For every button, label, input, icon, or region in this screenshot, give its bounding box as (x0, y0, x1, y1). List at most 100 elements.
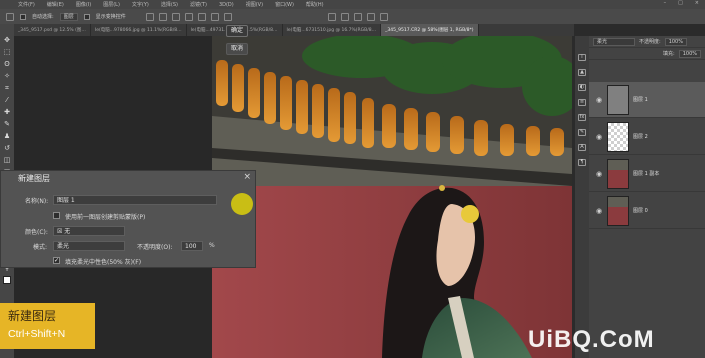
styles-icon[interactable]: fx (578, 114, 586, 121)
3d-slide-icon[interactable] (366, 12, 375, 21)
layers-lock-row: 填充: 100% (589, 48, 705, 60)
visibility-eye-icon[interactable]: ◉ (595, 207, 603, 215)
crop-tool-icon[interactable]: ⌗ (2, 84, 12, 92)
marquee-tool-icon[interactable]: ⬚ (2, 48, 12, 56)
layer-name: 图层 1 副本 (633, 171, 660, 177)
menu-item-3d[interactable]: 3D(D) (219, 2, 234, 8)
visibility-eye-icon[interactable]: ◉ (595, 133, 603, 141)
menu-item-edit[interactable]: 编辑(E) (47, 1, 64, 8)
align-left-icon[interactable] (184, 12, 193, 21)
auto-select-checkbox[interactable] (20, 13, 26, 20)
panel-icon-strip: i ▲ ◐ ≡ fx ✎ A ¶ (575, 36, 589, 358)
maximize-icon[interactable]: □ (678, 0, 683, 6)
close-icon[interactable]: × (243, 172, 251, 182)
shortcut-banner: 新建图层 Ctrl+Shift+N (0, 303, 95, 349)
opacity-input[interactable]: 100 (181, 241, 203, 251)
lasso-tool-icon[interactable]: ʘ (2, 60, 12, 68)
distribute-icon[interactable] (223, 12, 232, 21)
layer-name-input[interactable]: 图层 1 (53, 195, 217, 205)
move-tool-icon[interactable]: ✥ (2, 36, 12, 44)
transform-controls-label: 显示变换控件 (95, 14, 126, 20)
brush-panel-icon[interactable]: ✎ (578, 129, 586, 136)
adjustments-icon[interactable]: ◐ (578, 84, 586, 91)
align-right-icon[interactable] (210, 12, 219, 21)
neutral-fill-label: 填充柔光中性色(50% 灰)(F) (65, 259, 142, 266)
move-tool-icon[interactable] (6, 12, 14, 21)
magic-wand-icon[interactable]: ✧ (2, 72, 12, 80)
paragraph-panel-icon[interactable]: ¶ (578, 159, 586, 166)
auto-select-label: 自动选择: (32, 14, 54, 20)
opacity-label: 不透明度(O): (137, 244, 173, 251)
mode-label: 模式: (33, 244, 48, 251)
close-window-icon[interactable]: × (695, 0, 699, 6)
document-tabs: _345_9517.psd @ 12.5% (图… Ie(电脑...978066… (14, 24, 574, 36)
layer-row[interactable]: ◉ 图层 2 (589, 119, 705, 155)
align-middle-icon[interactable] (158, 12, 167, 21)
fill-label: 填充: (663, 51, 675, 57)
visibility-eye-icon[interactable]: ◉ (595, 170, 603, 178)
info-panel-icon[interactable]: i (578, 54, 586, 61)
healing-brush-icon[interactable]: ✚ (2, 108, 12, 116)
menu-item-help[interactable]: 帮助(H) (306, 1, 324, 8)
history-brush-icon[interactable]: ↺ (2, 144, 12, 152)
tab-document-active[interactable]: _345_9517.CR2 @ 58%(图层 1, RGB/8*) (381, 24, 479, 36)
align-center-icon[interactable] (197, 12, 206, 21)
layer-row[interactable]: ◉ 图层 1 副本 (589, 156, 705, 192)
tab-document-2[interactable]: Ie(电脑...978066.jpg @ 11.1%(RGB/8… (91, 24, 187, 36)
clipping-mask-label: 使用前一图层创建剪贴蒙版(P) (65, 214, 146, 221)
align-top-icon[interactable] (145, 12, 154, 21)
layer-row[interactable]: ◉ 图层 0 (589, 193, 705, 229)
auto-select-target-select[interactable]: 图层 (59, 12, 78, 21)
layer-thumbnail (607, 121, 629, 152)
color-value: 无 (64, 228, 71, 235)
watermark: UiBQ.CoM (528, 326, 655, 353)
eyedropper-icon[interactable]: ⁄ (2, 96, 12, 104)
clone-stamp-icon[interactable]: ♟ (2, 132, 12, 140)
menu-item-layer[interactable]: 图层(L) (103, 1, 120, 8)
tab-document-1[interactable]: _345_9517.psd @ 12.5% (图… (14, 24, 91, 36)
3d-scale-icon[interactable] (379, 12, 388, 21)
foreground-color-swatch[interactable] (3, 276, 11, 284)
dialog-title: 新建图层 (18, 174, 50, 183)
eraser-icon[interactable]: ◫ (2, 156, 12, 164)
menu-bar: 文件(F) 编辑(E) 图像(I) 图层(L) 文字(Y) 选择(S) 滤镜(T… (0, 0, 705, 9)
layer-name: 图层 1 (633, 97, 648, 103)
clipping-mask-checkbox[interactable] (53, 212, 60, 219)
layer-thumbnail (607, 195, 629, 226)
opacity-field[interactable]: 100% (664, 37, 687, 46)
brush-tool-icon[interactable]: ✎ (2, 120, 12, 128)
properties-icon[interactable]: ≡ (578, 99, 586, 106)
3d-pan-icon[interactable] (353, 12, 362, 21)
neutral-fill-checkbox[interactable]: ✓ (53, 257, 60, 264)
layer-name: 图层 0 (633, 208, 648, 214)
color-select[interactable]: ☒ 无 (53, 226, 125, 236)
tab-document-4[interactable]: Ie(电脑...6731510.jpg @ 16.7%(RGB/8… (283, 24, 382, 36)
menu-item-image[interactable]: 图像(I) (76, 1, 91, 8)
cursor-highlight (231, 193, 253, 215)
cancel-button[interactable]: 取消 (226, 43, 248, 55)
layer-row[interactable]: ◉ 图层 1 (589, 82, 705, 118)
menu-item-window[interactable]: 窗口(W) (275, 1, 294, 8)
ok-button[interactable]: 确定 (226, 25, 248, 37)
menu-item-type[interactable]: 文字(Y) (132, 1, 149, 8)
mode-select[interactable]: 柔光 (53, 241, 125, 251)
menu-item-view[interactable]: 视图(V) (246, 1, 263, 8)
3d-rotate-icon[interactable] (327, 12, 336, 21)
layer-name: 图层 2 (633, 134, 648, 140)
3d-roll-icon[interactable] (340, 12, 349, 21)
character-panel-icon[interactable]: A (578, 144, 586, 151)
blend-mode-select[interactable]: 柔光 (593, 37, 635, 46)
options-bar: 自动选择: 图层 显示变换控件 (0, 9, 705, 24)
3d-mode-buttons (327, 12, 388, 21)
transform-controls-checkbox[interactable] (83, 13, 90, 20)
opacity-unit: % (209, 242, 215, 249)
histogram-icon[interactable]: ▲ (578, 69, 586, 76)
menu-item-filter[interactable]: 滤镜(T) (190, 1, 207, 8)
minimize-icon[interactable]: – (664, 0, 667, 6)
photo-illustration (212, 36, 572, 358)
fill-field[interactable]: 100% (678, 49, 701, 58)
menu-item-file[interactable]: 文件(F) (18, 1, 35, 8)
visibility-eye-icon[interactable]: ◉ (595, 96, 603, 104)
align-bottom-icon[interactable] (171, 12, 180, 21)
menu-item-select[interactable]: 选择(S) (161, 1, 178, 8)
